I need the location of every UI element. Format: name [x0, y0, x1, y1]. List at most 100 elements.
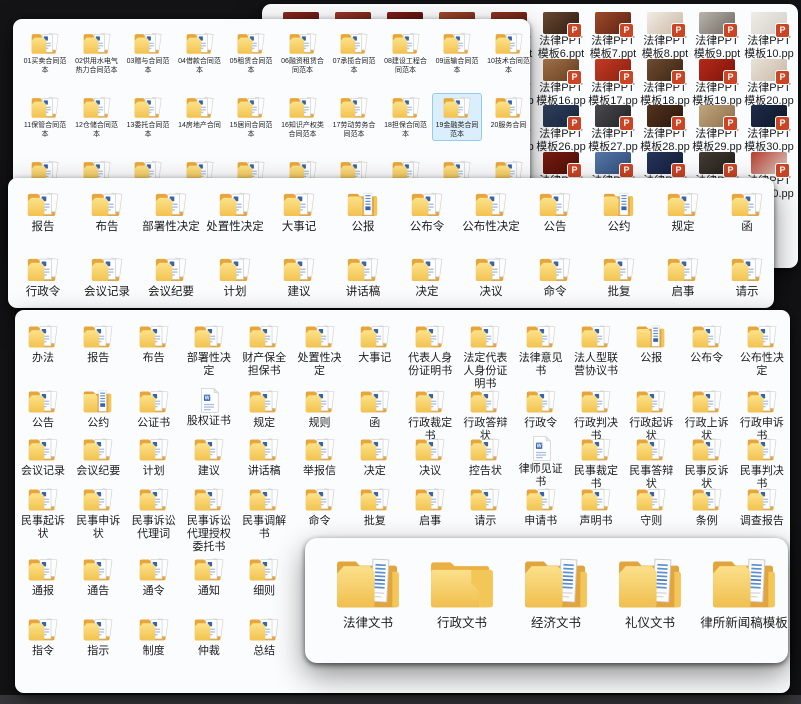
folder-item[interactable]: 部署性决定	[182, 322, 236, 378]
folder-item[interactable]: 07承揽合同范本	[330, 30, 378, 76]
folder-item[interactable]: 15居间合同范本	[227, 94, 275, 140]
folder-item[interactable]: 公约	[588, 189, 650, 235]
folder-item[interactable]: 命令	[524, 254, 586, 300]
folder-item[interactable]: 会议记录	[76, 254, 138, 300]
folder-item[interactable]: 民事判决书	[735, 435, 789, 491]
folder-item[interactable]: 民事答辩状	[624, 435, 678, 491]
folder-item[interactable]: 公证书	[127, 387, 181, 430]
folder-item[interactable]: 19金融类合同范本	[433, 94, 481, 140]
folder-item[interactable]: 调查报告	[735, 485, 789, 528]
folder-item[interactable]: 公告	[524, 189, 586, 235]
folder-item[interactable]: 14房地产合同	[176, 94, 224, 131]
folder-item[interactable]: 民事调解书	[237, 485, 291, 541]
folder-item[interactable]: 计划	[127, 435, 181, 478]
folder-item[interactable]: 04借款合同范本	[176, 30, 224, 76]
folder-item[interactable]: 启事	[403, 485, 457, 528]
folder-item[interactable]: 细则	[237, 555, 291, 598]
folder-item[interactable]: 函	[348, 387, 402, 430]
folder-item[interactable]: 建议	[182, 435, 236, 478]
folder-item[interactable]: 启事	[652, 254, 714, 300]
folder-item[interactable]: 通报	[16, 555, 70, 598]
folder-item[interactable]: 法定代表人身份证明书	[458, 322, 512, 392]
folder-item[interactable]: 建议	[268, 254, 330, 300]
folder-item[interactable]: 函	[716, 189, 778, 235]
folder-item[interactable]: 代表人身份证明书	[403, 322, 457, 378]
folder-item[interactable]: 办法	[16, 322, 70, 365]
folder-item[interactable]: 13委托合同范本	[124, 94, 172, 140]
folder-item[interactable]: 公报	[332, 189, 394, 235]
category-folder-item[interactable]: 礼仪文书	[605, 553, 695, 631]
folder-item[interactable]: 请示	[716, 254, 778, 300]
folder-item[interactable]: 公布性决定	[735, 322, 789, 378]
folder-item[interactable]: 计划	[204, 254, 266, 300]
folder-item[interactable]: 法律意见书	[514, 322, 568, 378]
category-folder-item[interactable]: 法律文书	[323, 553, 413, 631]
folder-item[interactable]: 08建设工程合同范本	[382, 30, 430, 76]
folder-item[interactable]: 民事起诉状	[16, 485, 70, 541]
folder-item[interactable]: 讲话稿	[237, 435, 291, 478]
folder-item[interactable]: 03赠与合同范本	[124, 30, 172, 76]
folder-item[interactable]: 报告	[12, 189, 74, 235]
folder-item[interactable]: 民事诉讼代理词	[127, 485, 181, 541]
folder-item[interactable]: 规定	[237, 387, 291, 430]
folder-item[interactable]: 法人型联营协议书	[569, 322, 623, 378]
folder-item[interactable]: 会议记录	[16, 435, 70, 478]
folder-item[interactable]: 公告	[16, 387, 70, 430]
folder-item[interactable]: 批复	[348, 485, 402, 528]
folder-item[interactable]: 11保管合同范本	[21, 94, 69, 140]
folder-item[interactable]: 布告	[76, 189, 138, 235]
taskbar[interactable]	[0, 695, 801, 704]
folder-item[interactable]: 通知	[182, 555, 236, 598]
folder-item[interactable]: 决定	[396, 254, 458, 300]
folder-item[interactable]: 16知识产权类合同范本	[279, 94, 327, 140]
folder-item[interactable]: 举报信	[293, 435, 347, 478]
folder-item[interactable]: 布告	[127, 322, 181, 365]
folder-item[interactable]: 01买卖合同范本	[21, 30, 69, 76]
folder-item[interactable]: 09运输合同范本	[433, 30, 481, 76]
folder-item[interactable]: 指示	[71, 615, 125, 658]
folder-item[interactable]: 大事记	[268, 189, 330, 235]
folder-item[interactable]: 公布性决定	[460, 189, 522, 235]
document-item[interactable]: W 股权证书	[182, 387, 236, 428]
folder-item[interactable]: 06融资租赁合同范本	[279, 30, 327, 76]
folder-item[interactable]: 财产保全担保书	[237, 322, 291, 378]
folder-item[interactable]: 部署性决定	[140, 189, 202, 235]
folder-item[interactable]: 申请书	[514, 485, 568, 528]
folder-item[interactable]: 守则	[624, 485, 678, 528]
document-item[interactable]: W 律师见证书	[514, 435, 568, 489]
folder-item[interactable]: 控告状	[458, 435, 512, 478]
folder-item[interactable]: 17劳动劳务合同范本	[330, 94, 378, 140]
folder-item[interactable]: 05租赁合同范本	[227, 30, 275, 76]
folder-item[interactable]: 公约	[71, 387, 125, 430]
folder-item[interactable]: 20服务合同	[485, 94, 533, 131]
folder-item[interactable]: 民事诉讼代理授权委托书	[182, 485, 236, 555]
folder-item[interactable]: 规则	[293, 387, 347, 430]
folder-item[interactable]: 决定	[348, 435, 402, 478]
folder-item[interactable]: 大事记	[348, 322, 402, 365]
folder-item[interactable]: 公布令	[396, 189, 458, 235]
category-folder-item[interactable]: 律所新闻稿模板	[699, 553, 789, 631]
folder-item[interactable]: 12仓储合同范本	[73, 94, 121, 140]
folder-item[interactable]: 讲话稿	[332, 254, 394, 300]
folder-item[interactable]: 行政令	[12, 254, 74, 300]
folder-item[interactable]: 批复	[588, 254, 650, 300]
folder-item[interactable]: 规定	[652, 189, 714, 235]
folder-item[interactable]: 民事裁定书	[569, 435, 623, 491]
folder-item[interactable]: 声明书	[569, 485, 623, 528]
category-folder-item[interactable]: 行政文书	[417, 553, 507, 631]
category-folder-item[interactable]: 经济文书	[511, 553, 601, 631]
folder-item[interactable]: 报告	[71, 322, 125, 365]
folder-item[interactable]: 10技术合同范本	[485, 30, 533, 76]
folder-item[interactable]: 会议纪要	[140, 254, 202, 300]
folder-item[interactable]: 民事反诉状	[680, 435, 734, 491]
folder-item[interactable]: 总结	[237, 615, 291, 658]
folder-item[interactable]: 会议纪要	[71, 435, 125, 478]
folder-item[interactable]: 公布令	[680, 322, 734, 365]
folder-item[interactable]: 决议	[403, 435, 457, 478]
folder-item[interactable]: 条例	[680, 485, 734, 528]
folder-item[interactable]: 决议	[460, 254, 522, 300]
folder-item[interactable]: 处置性决定	[204, 189, 266, 235]
folder-item[interactable]: 处置性决定	[293, 322, 347, 378]
folder-item[interactable]: 指令	[16, 615, 70, 658]
folder-item[interactable]: 公报	[624, 322, 678, 365]
